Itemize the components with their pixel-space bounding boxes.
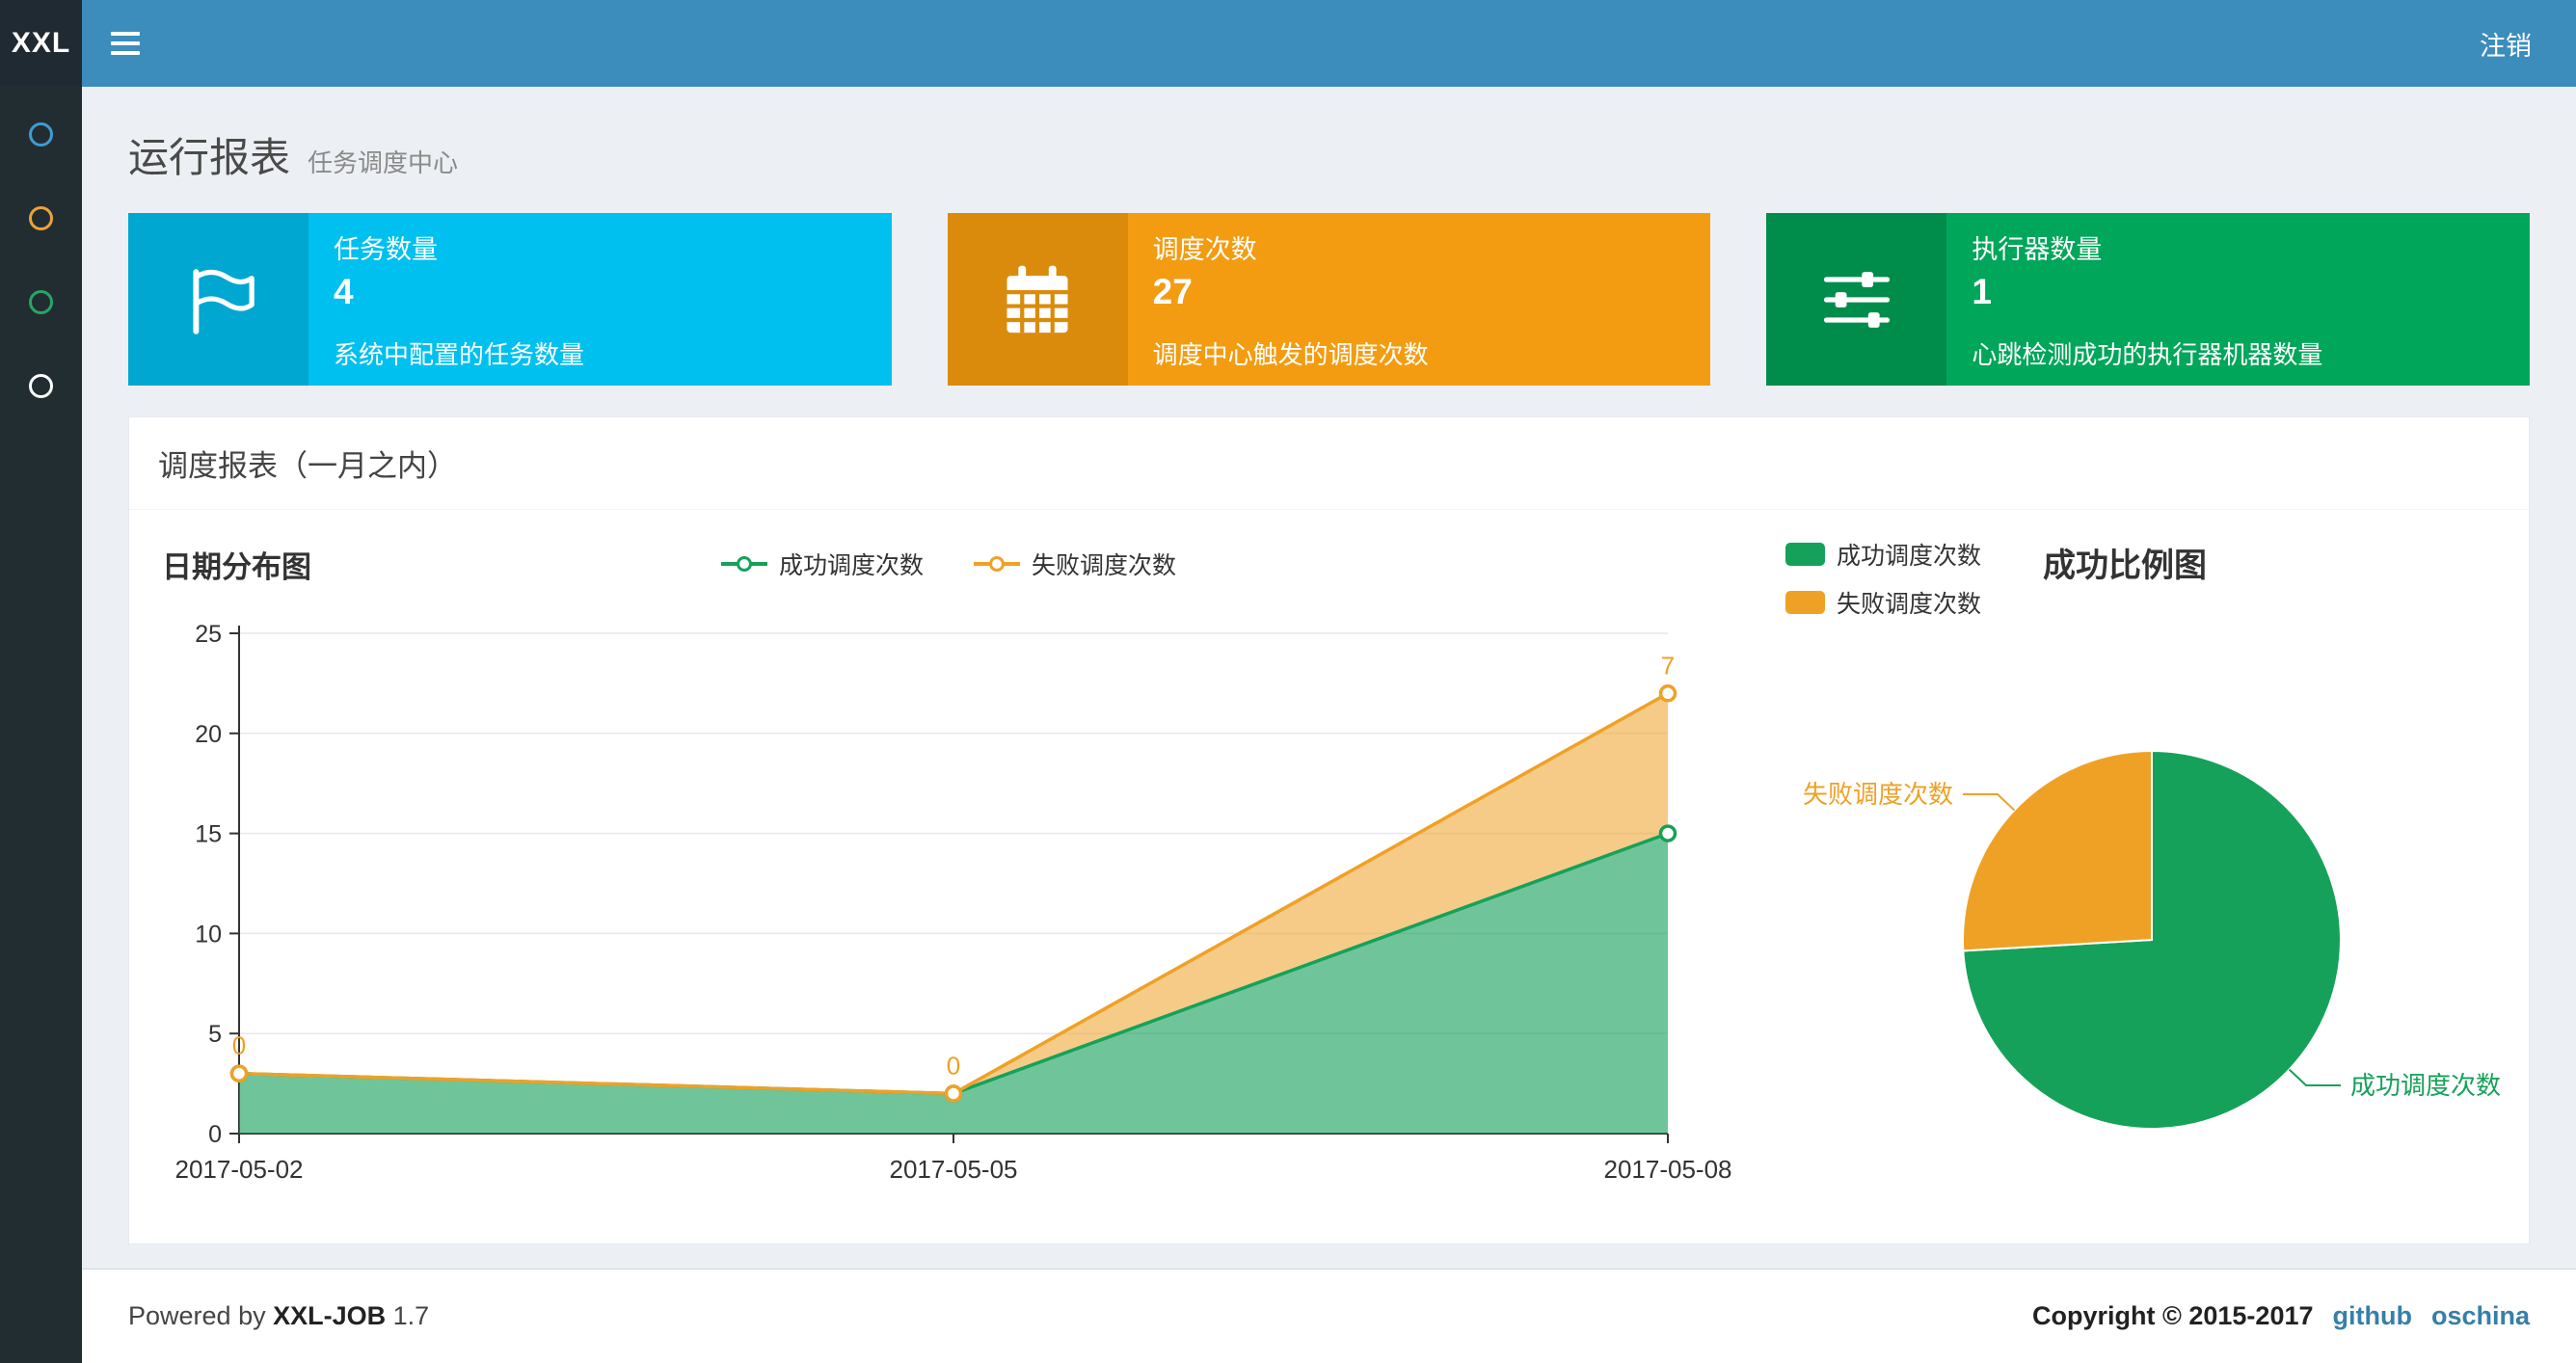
pie-slice-label: 成功调度次数 bbox=[2350, 1071, 2501, 1100]
circle-icon bbox=[29, 290, 53, 314]
legend-item-fail[interactable]: 失败调度次数 bbox=[1785, 585, 1981, 620]
info-box-executors: 执行器数量 1 心跳检测成功的执行器机器数量 bbox=[1766, 213, 2531, 386]
pie-slice-label: 失败调度次数 bbox=[1803, 780, 1953, 809]
info-box-desc: 调度中心触发的调度次数 bbox=[1152, 339, 1429, 369]
info-box-desc: 心跳检测成功的执行器机器数量 bbox=[1972, 339, 2323, 369]
footer: Powered by XXL-JOB 1.7 Copyright © 2015-… bbox=[82, 1269, 2576, 1363]
hamburger-icon bbox=[111, 32, 140, 36]
data-point bbox=[229, 1064, 249, 1082]
info-box-title: 执行器数量 bbox=[1972, 234, 2103, 264]
powered-by-text: Powered by XXL-JOB 1.7 bbox=[128, 1301, 430, 1330]
legend-item-success[interactable]: 成功调度次数 bbox=[1785, 537, 1981, 572]
app-logo[interactable]: XXL bbox=[0, 0, 82, 87]
legend-item-success[interactable]: 成功调度次数 bbox=[720, 547, 924, 581]
x-tick-label: 2017-05-05 bbox=[890, 1155, 1018, 1184]
date-distribution-section: 日期分布图 成功调度次数 失败调度次数 0 5 10 15 20 25 2017… bbox=[158, 537, 1739, 1205]
swatch-icon bbox=[1785, 591, 1825, 614]
hamburger-menu-button[interactable] bbox=[82, 0, 169, 87]
info-box-triggers: 调度次数 27 调度中心触发的调度次数 bbox=[947, 213, 1711, 386]
copyright-text: Copyright © 2015-2017 bbox=[2031, 1301, 2314, 1330]
page-header: 运行报表 任务调度中心 bbox=[128, 125, 2530, 184]
pie-chart-legend: 成功调度次数 失败调度次数 bbox=[1785, 537, 1981, 620]
line-marker-icon bbox=[720, 554, 767, 574]
info-box-value: 1 bbox=[1972, 271, 1992, 311]
point-label: 7 bbox=[1661, 651, 1675, 680]
date-distribution-chart: 0 5 10 15 20 25 2017-05-02 2017-05-05 2017-05-08… bbox=[158, 602, 1739, 1201]
info-box-jobs: 任务数量 4 系统中配置的任务数量 bbox=[128, 213, 892, 386]
y-tick-label: 15 bbox=[195, 821, 222, 848]
page-title: 运行报表 bbox=[128, 135, 291, 180]
line-chart-svg: 05101520252017-05-02 2017-05-05 2017-05-08… bbox=[175, 621, 1732, 1184]
circle-icon bbox=[29, 374, 53, 398]
data-point bbox=[1658, 824, 1677, 842]
page-subtitle: 任务调度中心 bbox=[308, 148, 459, 177]
sliders-icon bbox=[1766, 213, 1947, 386]
swatch-icon bbox=[1785, 543, 1825, 566]
info-box-title: 调度次数 bbox=[1152, 234, 1257, 264]
y-tick-label: 0 bbox=[208, 1121, 222, 1148]
logout-link[interactable]: 注销 bbox=[2435, 0, 2576, 87]
x-tick-label: 2017-05-08 bbox=[1604, 1155, 1732, 1184]
sidebar bbox=[0, 87, 82, 1363]
point-label: 0 bbox=[232, 1031, 246, 1060]
circle-icon bbox=[29, 206, 53, 230]
data-point bbox=[944, 1084, 963, 1103]
label-leader-line bbox=[1962, 793, 2016, 812]
github-link[interactable]: github bbox=[2333, 1301, 2412, 1331]
calendar-icon bbox=[947, 213, 1128, 386]
x-tick-label: 2017-05-02 bbox=[175, 1155, 304, 1184]
label-leader-line bbox=[2288, 1068, 2342, 1086]
y-tick-label: 10 bbox=[195, 921, 222, 948]
circle-icon bbox=[29, 122, 53, 147]
point-label: 0 bbox=[947, 1051, 960, 1080]
sidebar-item-log[interactable] bbox=[0, 260, 82, 344]
navbar: XXL 注销 bbox=[0, 0, 2576, 87]
info-box-value: 27 bbox=[1152, 271, 1193, 311]
sidebar-item-executor[interactable] bbox=[0, 344, 82, 428]
pie-chart-svg: 成功调度次数 失败调度次数 bbox=[1803, 749, 2501, 1130]
oschina-link[interactable]: oschina bbox=[2431, 1301, 2530, 1331]
info-box-title: 任务数量 bbox=[334, 234, 438, 264]
y-tick-label: 5 bbox=[208, 1021, 222, 1048]
info-box-value: 4 bbox=[334, 271, 354, 311]
legend-item-fail[interactable]: 失败调度次数 bbox=[974, 547, 1176, 581]
panel-title: 调度报表（一月之内） bbox=[158, 449, 457, 483]
pie-chart-title: 成功比例图 bbox=[2043, 548, 2208, 584]
success-ratio-section: 成功调度次数 失败调度次数 成功比例图 成功调度次数 失败调度次数 bbox=[1739, 537, 2518, 1205]
pie-slice bbox=[1962, 749, 2153, 952]
data-point bbox=[1658, 684, 1677, 703]
main-content: 运行报表 任务调度中心 任务数量 4 系统中配置的任务数量 调度次数 27 调度… bbox=[82, 87, 2576, 1244]
line-marker-icon bbox=[974, 554, 1020, 574]
y-tick-label: 20 bbox=[195, 721, 222, 748]
info-box-row: 任务数量 4 系统中配置的任务数量 调度次数 27 调度中心触发的调度次数 执行… bbox=[128, 213, 2531, 386]
report-panel: 调度报表（一月之内） 日期分布图 成功调度次数 失败调度次数 0 5 10 15… bbox=[128, 416, 2530, 1244]
info-box-desc: 系统中配置的任务数量 bbox=[334, 339, 585, 369]
y-tick-label: 25 bbox=[195, 621, 222, 648]
flag-icon bbox=[128, 213, 309, 386]
sidebar-item-report[interactable] bbox=[0, 93, 82, 176]
line-chart-legend: 成功调度次数 失败调度次数 bbox=[158, 547, 1739, 581]
sidebar-item-job[interactable] bbox=[0, 176, 82, 260]
success-ratio-chart: 成功调度次数 失败调度次数 bbox=[1785, 635, 2518, 1205]
